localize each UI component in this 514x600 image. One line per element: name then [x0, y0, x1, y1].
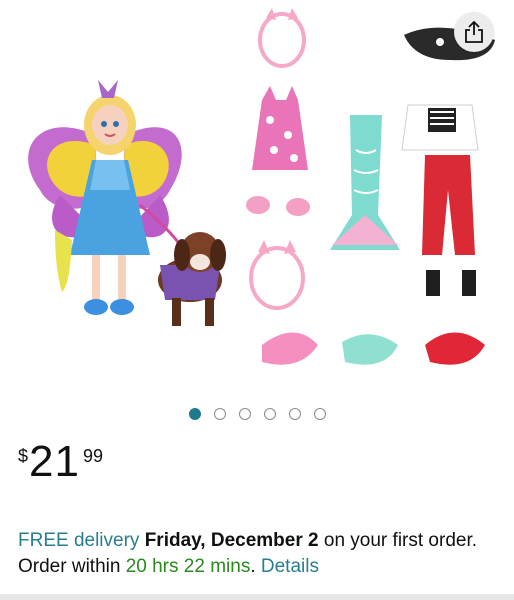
pirate-outfit — [401, 27, 495, 296]
delivery-date: Friday, December 2 — [144, 530, 319, 551]
headband-accessory-2 — [249, 240, 305, 310]
accessory-row — [262, 332, 485, 365]
pagination-dot[interactable] — [263, 408, 276, 420]
price-whole: 21 — [29, 437, 80, 486]
delivery-period: . — [250, 556, 261, 577]
delivery-message: FREE delivery Friday, December 2 on your… — [18, 528, 498, 580]
order-countdown: 20 hrs 22 mins — [125, 556, 251, 577]
section-divider — [0, 594, 514, 600]
product-image-gallery[interactable] — [0, 0, 514, 400]
free-delivery-label: FREE delivery — [18, 530, 140, 551]
mermaid-outfit — [330, 115, 400, 250]
leopard-dress-outfit — [246, 86, 310, 216]
pagination-dot[interactable] — [313, 408, 326, 420]
details-link[interactable]: Details — [261, 556, 319, 577]
pagination-dot[interactable] — [238, 408, 251, 420]
product-image — [28, 8, 495, 365]
price: $ 21 99 — [18, 440, 103, 490]
share-button[interactable] — [454, 12, 494, 52]
pagination-dot[interactable] — [188, 408, 201, 420]
image-pagination-dots[interactable] — [0, 408, 514, 424]
pagination-dot[interactable] — [213, 408, 226, 420]
pagination-dot[interactable] — [288, 408, 301, 420]
price-fraction: 99 — [82, 446, 103, 466]
price-currency-symbol: $ — [18, 446, 29, 466]
headband-accessory-1 — [258, 8, 306, 68]
share-icon — [465, 21, 483, 43]
